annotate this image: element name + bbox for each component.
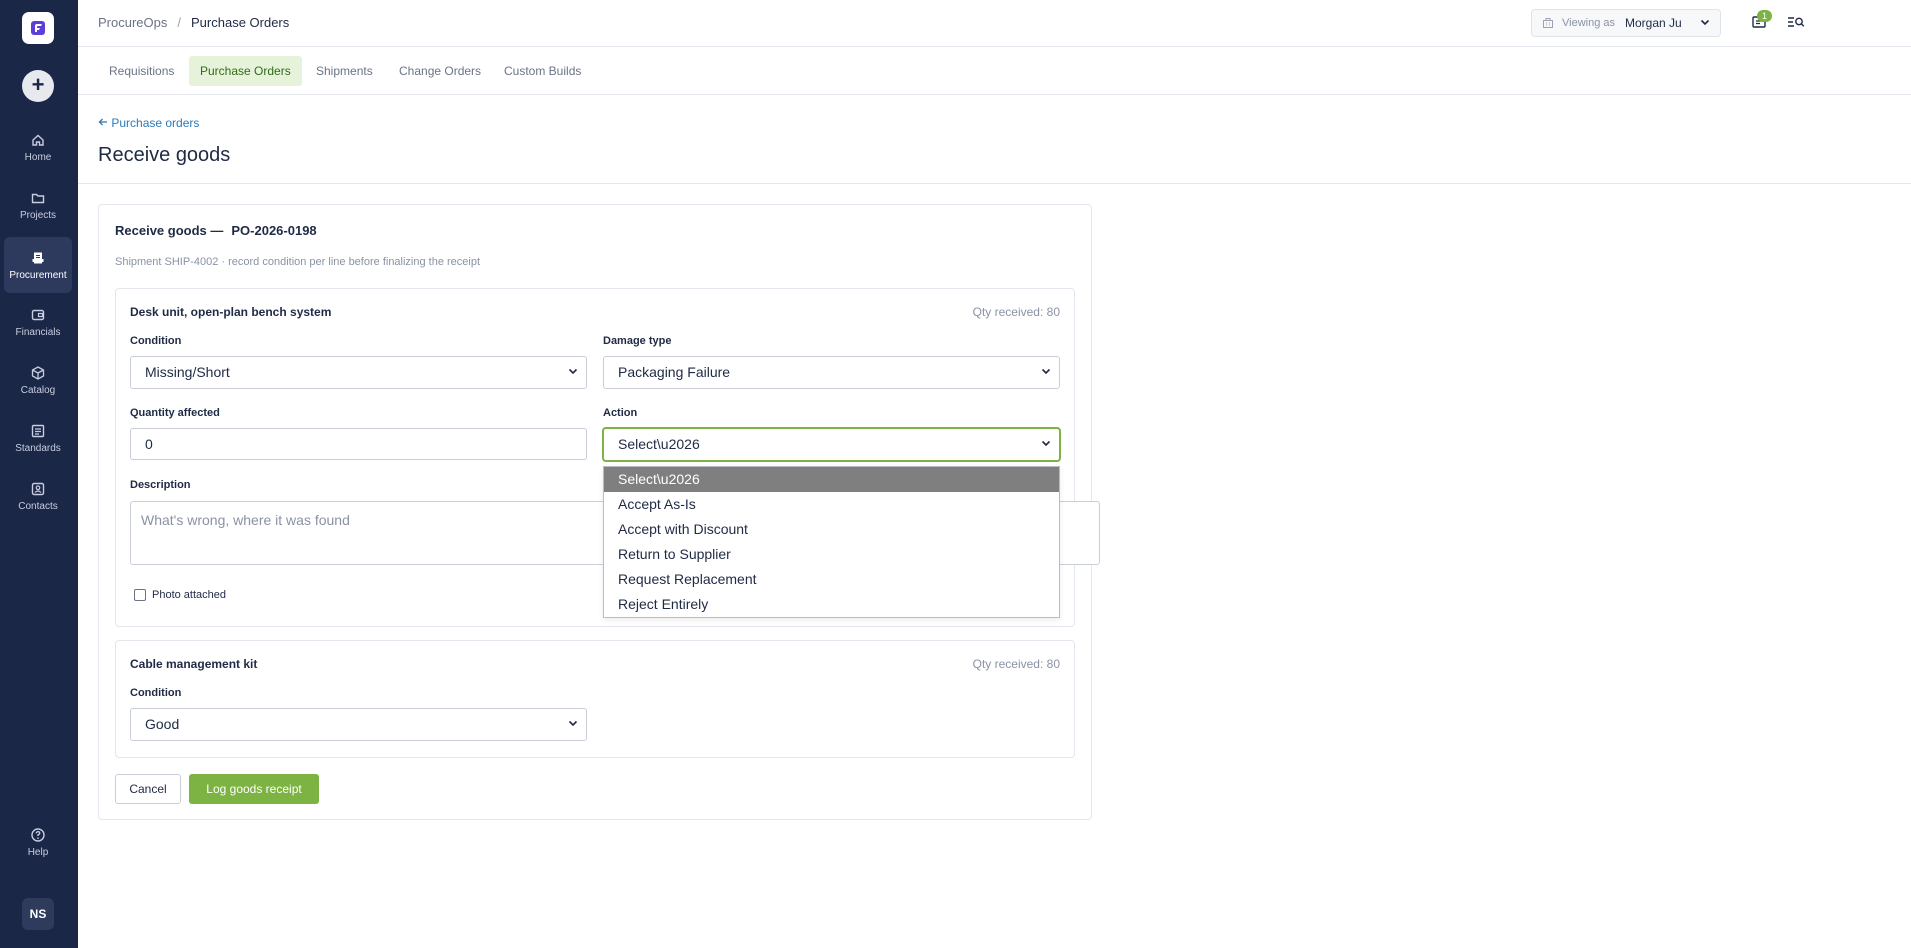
condition-value: Good: [145, 716, 180, 732]
damage-type-label: Damage type: [603, 335, 672, 347]
back-link[interactable]: Purchase orders: [98, 116, 199, 130]
dropdown-option[interactable]: Reject Entirely: [604, 592, 1059, 617]
create-new-button[interactable]: +: [22, 70, 54, 102]
folder-icon: [31, 193, 45, 203]
condition-select[interactable]: Good: [130, 708, 587, 741]
quantity-affected-input[interactable]: 0: [130, 428, 587, 460]
breadcrumb-app[interactable]: ProcureOps: [98, 15, 167, 30]
help-icon: [31, 827, 45, 842]
photo-attached-row: Photo attached: [134, 589, 226, 601]
sidebar-item-home[interactable]: Home: [4, 119, 72, 175]
breadcrumb-current: Purchase Orders: [191, 15, 290, 30]
po-number: PO-2026-0198: [231, 223, 317, 238]
sidebar-item-procurement[interactable]: Procurement: [4, 237, 72, 293]
arrow-left-icon: [98, 116, 111, 130]
tab-purchase-orders[interactable]: Purchase Orders: [189, 56, 302, 86]
sidebar-item-label: Procurement: [9, 269, 67, 281]
user-avatar[interactable]: NS: [22, 898, 54, 930]
page-title: Receive goods: [98, 144, 231, 166]
dropdown-option[interactable]: Return to Supplier: [604, 542, 1059, 567]
sidebar-item-label: Standards: [15, 442, 61, 454]
log-goods-receipt-button[interactable]: Log goods receipt: [189, 774, 319, 804]
chevron-down-icon: [568, 357, 578, 388]
sidebar-item-label: Projects: [19, 209, 57, 221]
building-icon: [1543, 18, 1553, 28]
chevron-down-icon: [568, 709, 578, 740]
sidebar-item-standards[interactable]: Standards: [4, 410, 72, 466]
contact-card-icon: [31, 482, 45, 495]
procurement-icon: [32, 252, 44, 263]
photo-attached-label: Photo attached: [152, 589, 227, 601]
sidebar-item-projects[interactable]: Projects: [4, 177, 72, 233]
sidebar-item-financials[interactable]: Financials: [4, 294, 72, 350]
line-item: Cable management kit Qty received: 80 Co…: [115, 640, 1075, 758]
tab-change-orders[interactable]: Change Orders: [388, 56, 492, 86]
sidebar-item-label: Catalog: [20, 384, 56, 396]
card-title: Receive goods — PO-2026-0198: [115, 223, 317, 238]
sidebar-item-label: Home: [24, 151, 52, 163]
search-list-icon[interactable]: [1787, 15, 1805, 34]
tab-bar: Requisitions Purchase Orders Shipments C…: [78, 47, 1911, 95]
condition-value: Missing/Short: [145, 364, 230, 380]
viewing-as-select[interactable]: Viewing as Morgan Ju: [1531, 9, 1721, 37]
condition-label: Condition: [130, 335, 182, 347]
action-value: Select\u2026: [618, 436, 700, 452]
viewing-as-name: Morgan Ju: [1625, 16, 1682, 30]
qty-received: Qty received: 80: [972, 657, 1060, 671]
line-item-name: Cable management kit: [130, 657, 258, 671]
app-logo[interactable]: [22, 12, 54, 44]
description-label: Description: [130, 479, 191, 491]
sidebar-item-catalog[interactable]: Catalog: [4, 352, 72, 408]
sidebar-item-label: Help: [27, 846, 49, 858]
tab-requisitions[interactable]: Requisitions: [98, 56, 185, 86]
sidebar-item-label: Financials: [15, 326, 61, 338]
list-icon: [31, 424, 45, 437]
breadcrumb-separator: /: [177, 15, 181, 30]
condition-label: Condition: [130, 687, 182, 699]
action-label: Action: [603, 407, 638, 419]
photo-attached-checkbox[interactable]: [134, 589, 146, 601]
damage-type-select[interactable]: Packaging Failure: [603, 356, 1060, 389]
chevron-down-icon: [1041, 357, 1051, 388]
sidebar-item-contacts[interactable]: Contacts: [4, 468, 72, 524]
sidebar-item-help[interactable]: Help: [4, 814, 72, 870]
qty-received: Qty received: 80: [972, 305, 1060, 319]
dropdown-option[interactable]: Select\u2026: [604, 467, 1059, 492]
quantity-affected-label: Quantity affected: [130, 407, 220, 419]
action-dropdown-list: Select\u2026 Accept As-Is Accept with Di…: [603, 466, 1060, 618]
viewing-as-label: Viewing as: [1562, 17, 1615, 29]
chevron-down-icon: [1041, 429, 1051, 460]
home-icon: [32, 134, 44, 146]
condition-select[interactable]: Missing/Short: [130, 356, 587, 389]
tab-custom-builds[interactable]: Custom Builds: [493, 56, 592, 86]
card-subtitle: Shipment SHIP-4002 · record condition pe…: [115, 256, 481, 268]
card-title-text: Receive goods —: [115, 223, 224, 238]
cancel-button[interactable]: Cancel: [115, 774, 181, 804]
dropdown-option[interactable]: Request Replacement: [604, 567, 1059, 592]
action-select[interactable]: Select\u2026: [603, 428, 1060, 461]
dropdown-option[interactable]: Accept As-Is: [604, 492, 1059, 517]
cube-icon: [31, 365, 45, 380]
logo-icon: [31, 21, 45, 35]
back-link-label: Purchase orders: [111, 116, 200, 130]
dropdown-option[interactable]: Accept with Discount: [604, 517, 1059, 542]
line-item-name: Desk unit, open-plan bench system: [130, 305, 332, 319]
header-divider: [78, 183, 1911, 184]
notification-badge: 1: [1757, 10, 1773, 22]
chevron-down-icon: [1700, 16, 1710, 30]
sidebar: + Home Projects Procurement Financials C…: [0, 0, 78, 948]
damage-type-value: Packaging Failure: [618, 364, 731, 380]
tab-shipments[interactable]: Shipments: [305, 56, 384, 86]
breadcrumb: ProcureOps / Purchase Orders: [98, 15, 289, 30]
wallet-icon: [31, 309, 45, 320]
sidebar-item-label: Contacts: [18, 500, 58, 512]
